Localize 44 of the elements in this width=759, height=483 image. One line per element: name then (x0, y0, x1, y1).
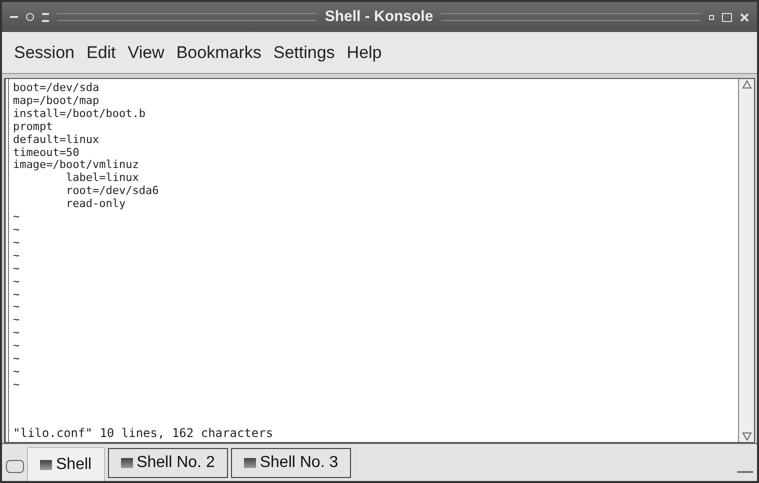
maximize-icon[interactable] (722, 12, 732, 22)
terminal-line: install=/boot/boot.b (13, 108, 146, 121)
session-tab[interactable]: Shell (27, 447, 105, 481)
window-title: Shell - Konsole (324, 6, 434, 27)
terminal-line: map=/boot/map (13, 94, 100, 108)
terminal-line: label=linux (64, 172, 139, 186)
terminal-line: prompt (13, 120, 53, 134)
terminal-line: ~ (13, 276, 20, 288)
terminal-line: ~ (13, 288, 20, 302)
terminal-line: ~ (13, 340, 20, 354)
terminal-line: boot=/dev/sda (13, 82, 100, 95)
menu-item[interactable]: View (128, 40, 164, 66)
new-session-icon[interactable] (6, 460, 24, 473)
scrollbar[interactable] (738, 79, 754, 442)
terminal-line: ~ (13, 366, 20, 379)
status-line: "lilo.conf" 10 lines, 162 characters (13, 427, 274, 440)
terminal-line: ~ (13, 314, 20, 328)
menu-item[interactable]: Session (14, 40, 74, 66)
terminal-line: ~ (13, 262, 20, 276)
menu-item[interactable]: Bookmarks (176, 40, 262, 66)
session-tab[interactable]: Shell No. 3 (230, 448, 352, 478)
terminal-icon (120, 458, 133, 468)
menu-item[interactable]: Edit (86, 40, 116, 66)
menu-item[interactable]: Settings (273, 40, 335, 66)
terminal-line: image=/boot/vmlinuz (13, 159, 139, 172)
scroll-down-icon[interactable] (742, 432, 752, 441)
close-icon[interactable] (740, 12, 750, 22)
terminal-line: ~ (13, 378, 20, 392)
terminal-line: ~ (13, 236, 20, 250)
terminal-line: ~ (13, 353, 20, 366)
terminal-line: ~ (13, 211, 20, 224)
terminal-line: ~ (13, 327, 20, 340)
terminal-icon (40, 460, 52, 470)
terminal-line: root=/dev/sda6 (64, 185, 159, 198)
terminal-line: timeout=50 (13, 146, 80, 160)
terminal-line: ~ (13, 224, 20, 237)
session-tab[interactable]: Shell No. 2 (108, 448, 228, 478)
terminal-line: read-only (64, 198, 126, 212)
terminal-line: default=linux (13, 134, 100, 147)
menu-item[interactable]: Help (346, 40, 382, 66)
terminal-line: ~ (13, 301, 20, 314)
terminal-icon (244, 458, 256, 468)
terminal-line: ~ (13, 250, 20, 263)
scroll-up-icon[interactable] (742, 80, 752, 89)
